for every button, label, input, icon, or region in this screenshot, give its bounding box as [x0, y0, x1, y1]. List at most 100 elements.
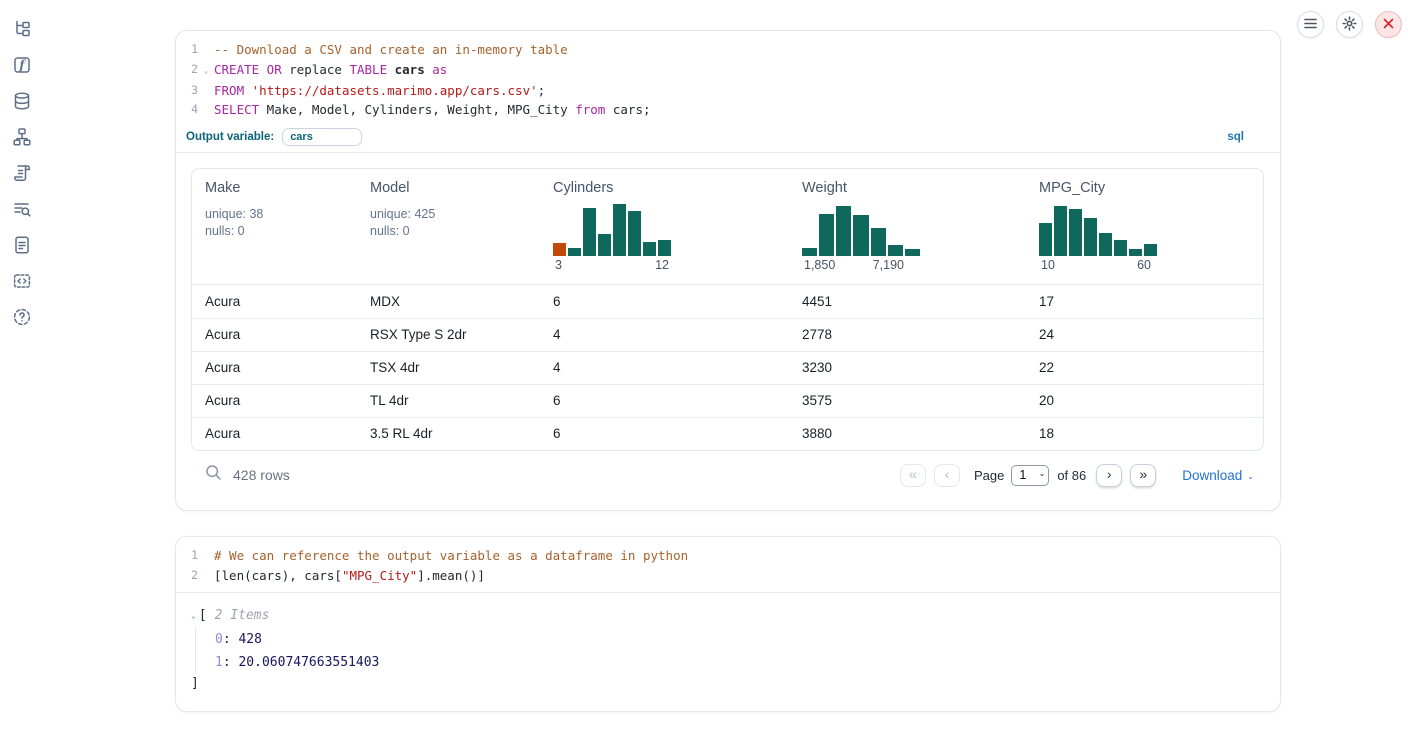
settings-button[interactable] — [1336, 11, 1363, 38]
prev-page-button[interactable]: ‹ — [934, 464, 960, 487]
table-row[interactable]: AcuraTL 4dr6357520 — [192, 384, 1263, 417]
histogram-bar — [905, 249, 920, 256]
histogram-bar — [819, 214, 834, 256]
table-cell: 4 — [540, 327, 789, 342]
sidebar-item-snippets[interactable] — [0, 264, 44, 300]
table-cell: TSX 4dr — [357, 360, 540, 375]
column-histogram[interactable]: 312 — [553, 204, 671, 274]
histogram-bars — [1039, 204, 1157, 256]
column-histogram[interactable]: 1060 — [1039, 204, 1157, 274]
sql-cell: 1 -- Download a CSV and create an in-memo… — [175, 30, 1281, 511]
code-line[interactable]: 4SELECT Make, Model, Cylinders, Weight, … — [176, 100, 1280, 120]
table-cell: Acura — [192, 294, 357, 309]
histogram-bar — [1069, 209, 1082, 256]
database-icon — [12, 91, 32, 114]
histogram-bar — [871, 228, 886, 256]
shutdown-button[interactable] — [1375, 11, 1402, 38]
item-index: 1 — [215, 655, 223, 670]
column-name: Weight — [802, 180, 1018, 196]
table-cell: 2778 — [789, 327, 1026, 342]
page-select[interactable]: 1 — [1011, 465, 1049, 486]
sidebar-item-file-tree[interactable] — [0, 12, 44, 48]
histogram-bar — [1039, 223, 1052, 256]
table-body: AcuraMDX6445117AcuraRSX Type S 2dr427782… — [192, 285, 1263, 450]
sidebar-item-help[interactable] — [0, 300, 44, 336]
help-icon — [12, 307, 32, 330]
output-variable-input[interactable] — [282, 128, 362, 146]
histogram-bar — [643, 242, 656, 256]
sidebar-item-documentation[interactable] — [0, 228, 44, 264]
histogram-bars — [802, 204, 920, 256]
code-text: # We can reference the output variable a… — [214, 546, 688, 566]
code-line[interactable]: 1# We can reference the output variable … — [176, 546, 1280, 566]
notebook-actions — [1297, 11, 1402, 38]
table-cell: 3.5 RL 4dr — [357, 426, 540, 441]
table-cell: 4451 — [789, 294, 1026, 309]
sidebar-item-scratchpad[interactable] — [0, 156, 44, 192]
table-row[interactable]: Acura3.5 RL 4dr6388018 — [192, 417, 1263, 450]
code-text: FROM 'https://datasets.marimo.app/cars.c… — [214, 81, 545, 101]
histogram-bar — [1054, 206, 1067, 256]
code-text: CREATE OR replace TABLE cars as — [214, 60, 447, 81]
open-bracket: [ — [199, 608, 207, 623]
table-cell: 3880 — [789, 426, 1026, 441]
download-button[interactable]: Download ⌄ — [1182, 468, 1254, 483]
function-icon: f — [12, 55, 32, 78]
page-total-label: of 86 — [1057, 468, 1086, 483]
next-page-button[interactable]: › — [1096, 464, 1122, 487]
histogram-bar — [658, 240, 671, 256]
table-search-button[interactable] — [205, 464, 222, 486]
table-cell: 6 — [540, 426, 789, 441]
python-code-editor[interactable]: 1# We can reference the output variable … — [176, 537, 1280, 593]
column-header[interactable]: Cylinders312 — [540, 180, 789, 284]
histogram-bar — [1129, 249, 1142, 256]
histogram-bar — [836, 206, 851, 256]
table-cell: TL 4dr — [357, 393, 540, 408]
close-x-icon — [1383, 17, 1394, 32]
column-header[interactable]: Modelunique: 425nulls: 0 — [357, 180, 540, 284]
histogram-bar — [1114, 240, 1127, 256]
page-label: Page — [974, 468, 1004, 483]
pagination: « ‹ Page 1 ⌄ of 86 › » Download ⌄ — [892, 464, 1254, 487]
table-row[interactable]: AcuraTSX 4dr4323022 — [192, 351, 1263, 384]
table-cell: 24 — [1026, 327, 1263, 342]
language-badge[interactable]: sql — [1227, 131, 1244, 143]
code-line[interactable]: 2[len(cars), cars["MPG_City"].mean()] — [176, 566, 1280, 586]
table-row[interactable]: AcuraRSX Type S 2dr4277824 — [192, 318, 1263, 351]
axis-max-label: 12 — [655, 258, 669, 272]
code-line[interactable]: 2⌄CREATE OR replace TABLE cars as — [176, 60, 1280, 81]
menu-button[interactable] — [1297, 11, 1324, 38]
collapse-chevron-icon[interactable]: ⌄ — [191, 611, 196, 620]
sidebar-item-function[interactable]: f — [0, 48, 44, 84]
sql-code-editor[interactable]: 1-- Download a CSV and create an in-memo… — [176, 31, 1280, 125]
code-text: -- Download a CSV and create an in-memor… — [214, 40, 568, 60]
column-header[interactable]: Makeunique: 38nulls: 0 — [192, 180, 357, 284]
items-count-label: 2 Items — [215, 608, 270, 623]
table-row[interactable]: AcuraMDX6445117 — [192, 285, 1263, 318]
list-item: 1: 20.060747663551403 — [215, 651, 1280, 674]
code-line[interactable]: 3FROM 'https://datasets.marimo.app/cars.… — [176, 81, 1280, 101]
table-cell: 3575 — [789, 393, 1026, 408]
line-number: 2 — [176, 60, 198, 81]
histogram-bar — [853, 215, 868, 256]
column-header[interactable]: MPG_City1060 — [1026, 180, 1263, 284]
sidebar-item-datasources[interactable] — [0, 84, 44, 120]
table-cell: Acura — [192, 426, 357, 441]
download-label: Download — [1182, 468, 1242, 483]
sidebar-item-dependency-graph[interactable] — [0, 120, 44, 156]
column-histogram[interactable]: 1,8507,190 — [802, 204, 920, 274]
last-page-button[interactable]: » — [1130, 464, 1156, 487]
gear-icon — [1342, 16, 1357, 34]
histogram-bar — [553, 243, 566, 256]
table-cell: Acura — [192, 327, 357, 342]
fold-chevron-icon[interactable]: ⌄ — [198, 60, 214, 81]
fold-gutter — [198, 566, 214, 586]
sidebar-item-logs[interactable] — [0, 192, 44, 228]
code-line[interactable]: 1-- Download a CSV and create an in-memo… — [176, 40, 1280, 60]
output-variable-bar: Output variable: sql — [176, 125, 1280, 153]
column-header[interactable]: Weight 1,8507,190 — [789, 180, 1026, 284]
table-header-row: Makeunique: 38nulls: 0Modelunique: 425nu… — [192, 169, 1263, 285]
python-cell: 1 # We can reference the output variable … — [175, 536, 1281, 712]
first-page-button[interactable]: « — [900, 464, 926, 487]
dependency-graph-icon — [12, 127, 32, 150]
